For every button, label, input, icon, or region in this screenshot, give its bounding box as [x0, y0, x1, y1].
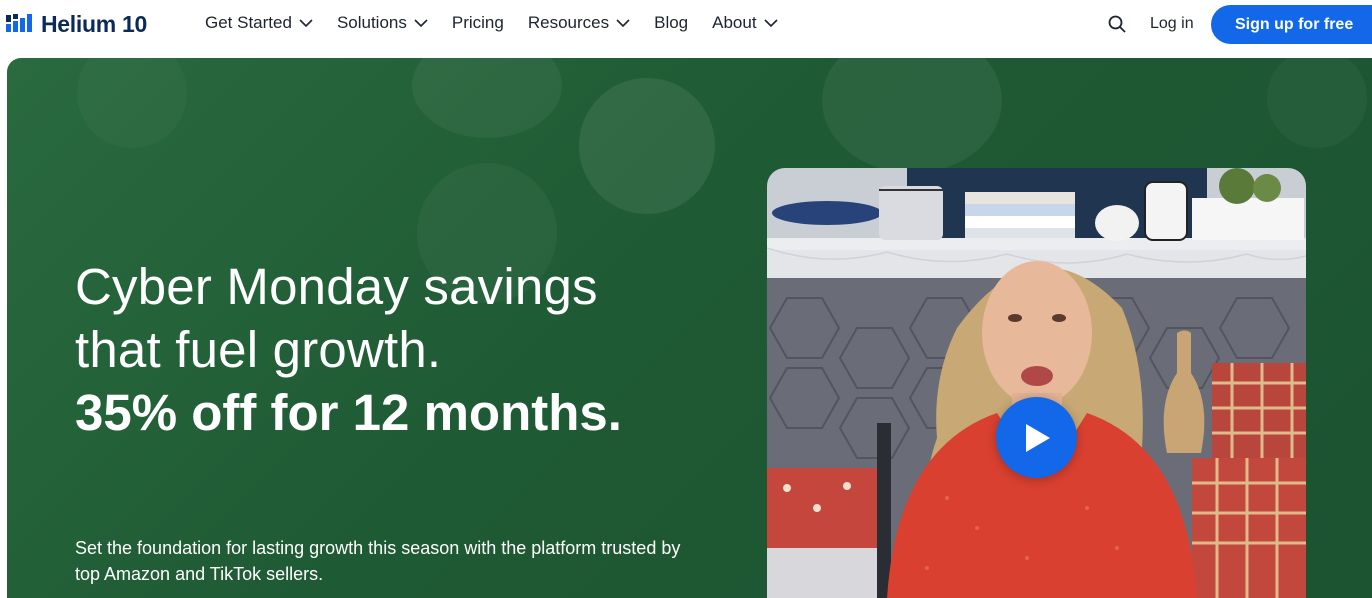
bokeh-light — [579, 78, 715, 214]
headline-bold: 35% off for 12 months. — [75, 384, 622, 441]
nav-item-get-started[interactable]: Get Started — [205, 13, 313, 33]
nav-item-label: Get Started — [205, 13, 292, 32]
nav-item-solutions[interactable]: Solutions — [337, 13, 428, 33]
bokeh-light — [822, 58, 1002, 173]
chevron-down-icon — [616, 18, 630, 27]
nav-item-resources[interactable]: Resources — [528, 13, 630, 33]
headline-regular: Cyber Monday savings that fuel growth. — [75, 258, 598, 378]
chevron-down-icon — [764, 18, 778, 27]
nav-item-blog[interactable]: Blog — [654, 13, 688, 33]
logo-bars-icon — [6, 14, 32, 32]
nav-item-pricing[interactable]: Pricing — [452, 13, 504, 33]
nav-item-label: Blog — [654, 13, 689, 32]
nav-item-about[interactable]: About — [712, 13, 778, 33]
chevron-down-icon — [299, 18, 313, 27]
hero-subtext: Set the foundation for lasting growth th… — [75, 538, 681, 584]
hero-headline: Cyber Monday savings that fuel growth. 3… — [75, 255, 695, 444]
signup-button[interactable]: Sign up for free — [1211, 5, 1372, 44]
top-navigation: Helium 10 Get Started Solutions Pricing … — [0, 0, 1372, 52]
bokeh-light — [412, 58, 562, 138]
video-thumbnail — [767, 168, 1306, 598]
login-link[interactable]: Log in — [1150, 15, 1194, 33]
main-menu: Get Started Solutions Pricing Resources … — [205, 13, 802, 33]
nav-item-label: Solutions — [336, 13, 407, 32]
search-button[interactable] — [1108, 15, 1126, 38]
promo-video[interactable] — [767, 168, 1306, 598]
nav-item-label: Pricing — [451, 13, 504, 32]
search-icon — [1108, 15, 1126, 33]
brand-logo[interactable]: Helium 10 — [6, 9, 147, 39]
play-icon — [1025, 423, 1050, 452]
nav-item-label: Resources — [527, 13, 610, 32]
play-button[interactable] — [996, 397, 1077, 478]
brand-name: Helium 10 — [41, 10, 147, 37]
bokeh-light — [77, 58, 187, 148]
chevron-down-icon — [414, 18, 428, 27]
nav-item-label: About — [712, 13, 757, 32]
bokeh-light — [1267, 58, 1367, 148]
